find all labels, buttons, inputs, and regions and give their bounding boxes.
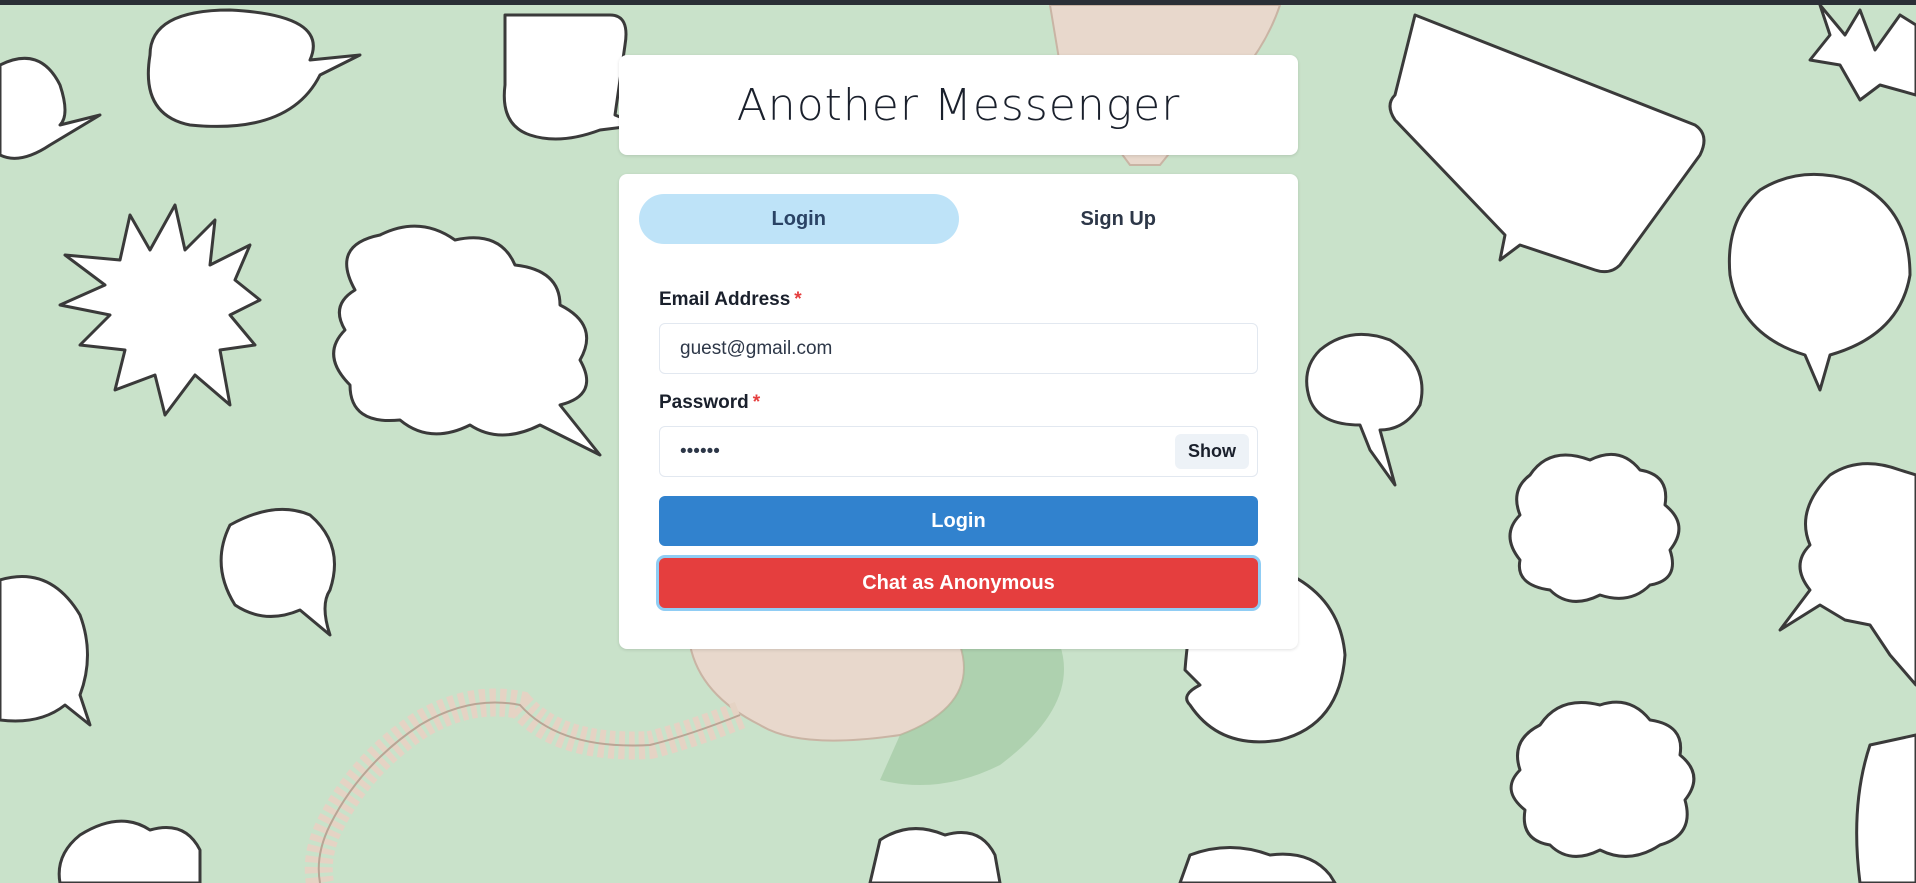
speech-bubble-icon <box>0 56 102 160</box>
tab-login[interactable]: Login <box>639 194 959 244</box>
speech-bubble-icon <box>1855 733 1916 883</box>
show-password-button[interactable]: Show <box>1175 434 1249 469</box>
speech-bubble-icon <box>1808 5 1916 102</box>
speech-bubble-icon <box>1727 172 1912 392</box>
chat-anonymous-button[interactable]: Chat as Anonymous <box>659 558 1258 608</box>
speech-bubble-icon <box>332 224 602 457</box>
auth-form-card: Login Sign Up Email Address * guest@gmail… <box>619 174 1298 649</box>
speech-bubble-icon <box>1508 452 1681 603</box>
required-marker: * <box>752 392 761 413</box>
password-label: Password * <box>659 392 760 414</box>
speech-bubble-icon <box>1778 462 1916 687</box>
auth-tabs: Login Sign Up <box>639 194 1278 244</box>
speech-bubble-icon <box>1388 13 1706 274</box>
email-field[interactable]: guest@gmail.com <box>659 323 1258 374</box>
speech-bubble-icon <box>219 507 336 637</box>
tab-sign-up[interactable]: Sign Up <box>959 194 1279 244</box>
speech-bubble-icon <box>58 203 262 417</box>
speech-bubble-icon <box>1305 332 1424 487</box>
app-title-card: Another Messenger <box>619 55 1298 155</box>
password-field[interactable]: •••••• Show <box>659 426 1258 477</box>
speech-bubble-icon <box>868 827 1002 883</box>
required-marker: * <box>794 289 802 310</box>
speech-bubble-icon <box>57 819 202 883</box>
email-label-text: Email Address <box>659 289 791 310</box>
speech-bubble-icon <box>146 8 362 128</box>
app-title: Another Messenger <box>736 79 1181 131</box>
speech-bubble-icon <box>1509 700 1696 858</box>
email-value: guest@gmail.com <box>680 337 833 359</box>
email-label: Email Address * <box>659 289 802 311</box>
password-value: •••••• <box>680 440 720 462</box>
login-button[interactable]: Login <box>659 496 1258 546</box>
speech-bubble-icon <box>1178 846 1337 883</box>
password-label-text: Password <box>659 392 749 413</box>
speech-bubble-icon <box>0 575 92 727</box>
